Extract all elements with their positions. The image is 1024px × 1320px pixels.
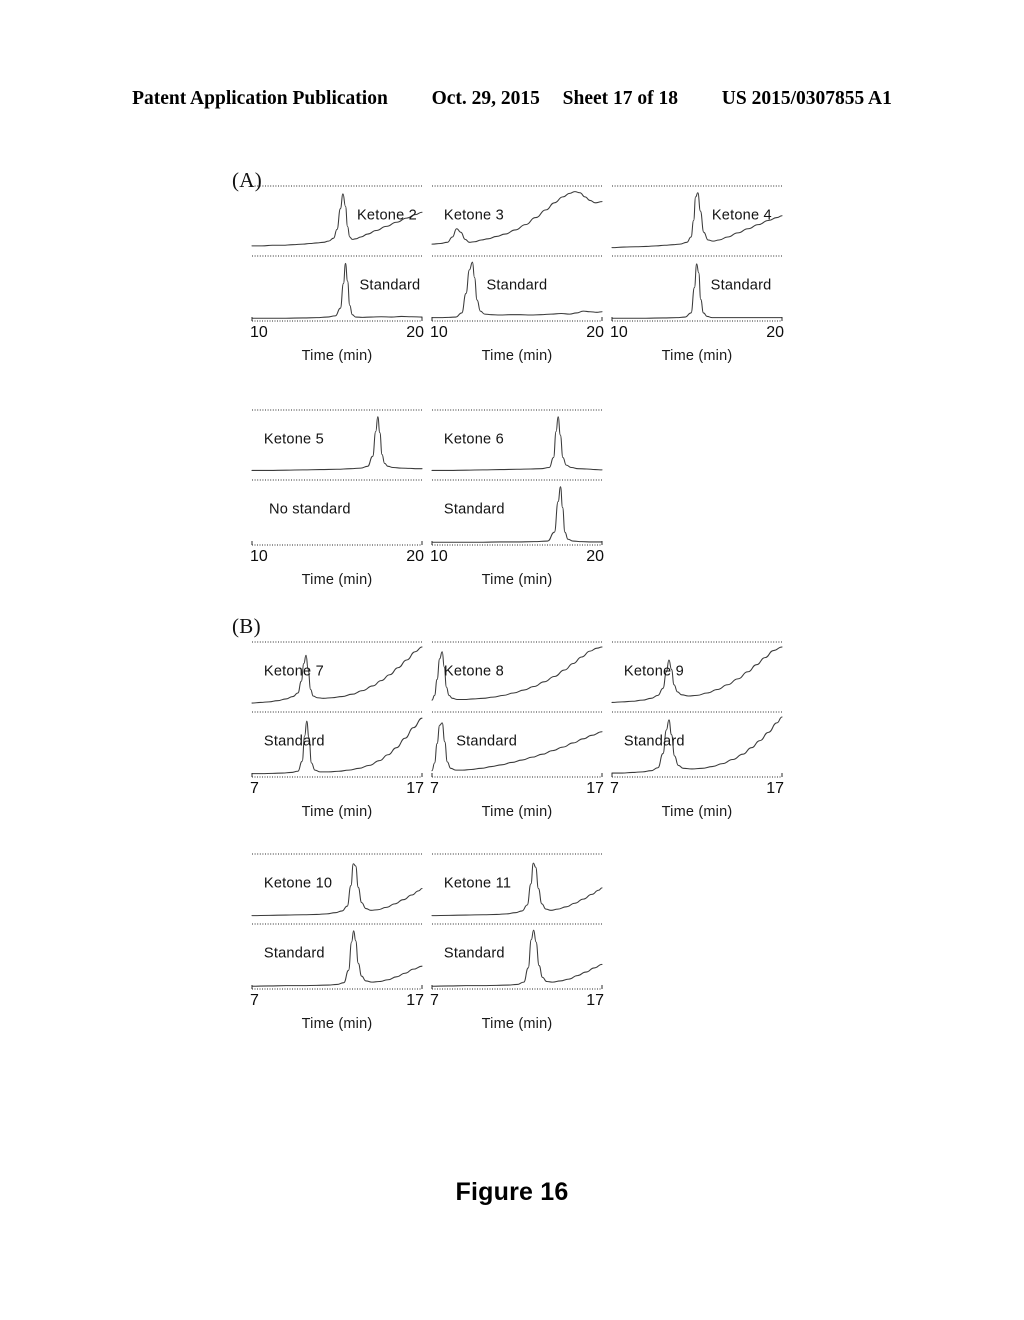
figure-body: (A) Ketone 2 Standard 10 20 Time (min) Ketone… xyxy=(0,160,1024,1032)
trace-ketone-7-sample: Ketone 7 xyxy=(251,641,423,704)
x-axis-tick-label: 10 xyxy=(250,548,268,565)
trace-ketone-3-standard: Standard xyxy=(431,255,603,319)
trace-label: Ketone 6 xyxy=(444,431,504,447)
chromatogram-ketone-6: Ketone 6 Standard 10 20 Time (min) xyxy=(428,406,606,588)
x-axis-title: Time (min) xyxy=(481,572,553,588)
chromatogram-ketone-9: Ketone 9 Standard 7 17 Time (min) xyxy=(608,638,786,820)
trace-ketone-10-standard: Standard xyxy=(251,923,423,987)
publication-date: Oct. 29, 2015 xyxy=(431,88,540,109)
chromatogram-ketone-4: Ketone 4 Standard 10 20 Time (min) xyxy=(608,182,786,364)
trace-label: Ketone 9 xyxy=(624,663,684,679)
patent-page: Patent Application Publication Oct. 29, … xyxy=(0,0,1024,1320)
chromatogram-ketone-7: Ketone 7 Standard 7 17 Time (min) xyxy=(248,638,426,820)
patent-header: Patent Application Publication Oct. 29, … xyxy=(0,88,1024,110)
x-axis-title: Time (min) xyxy=(481,1016,553,1032)
chart-row-b-2: Ketone 10 Standard 7 17 Time (min) Ketone 11 S… xyxy=(248,820,1024,1032)
x-axis-title: Time (min) xyxy=(661,348,733,364)
trace-label: Standard xyxy=(711,277,772,293)
trace-label: Ketone 10 xyxy=(264,875,332,891)
trace-label: No standard xyxy=(269,501,351,517)
trace-label: Standard xyxy=(264,733,325,749)
x-axis-title: Time (min) xyxy=(301,348,373,364)
trace-ketone-10-sample: Ketone 10 xyxy=(251,853,423,917)
trace-label: Ketone 8 xyxy=(444,663,504,679)
trace-label: Standard xyxy=(444,945,505,961)
x-axis-tick-label: 7 xyxy=(250,780,259,797)
x-axis-tick-label: 7 xyxy=(250,992,259,1009)
trace-ketone-2-sample: Ketone 2 xyxy=(251,185,423,247)
trace-ketone-4-sample: Ketone 4 xyxy=(611,185,783,249)
trace-label: Ketone 4 xyxy=(712,207,772,223)
trace-label: Ketone 3 xyxy=(444,207,504,223)
trace-label: Standard xyxy=(360,277,421,293)
trace-label: Standard xyxy=(486,277,547,293)
x-axis-tick-label: 7 xyxy=(430,780,439,797)
chart-row-b-1: Ketone 7 Standard 7 17 Time (min) Ketone 8 Sta… xyxy=(248,612,1024,820)
x-axis-title: Time (min) xyxy=(481,804,553,820)
trace-ketone-11-sample: Ketone 11 xyxy=(431,853,603,917)
chromatogram-ketone-2: Ketone 2 Standard 10 20 Time (min) xyxy=(248,182,426,364)
publication-title: Patent Application Publication xyxy=(132,88,388,109)
chart-row-a-2: Ketone 5 No standard 10 20 Time (min) Ketone … xyxy=(248,364,1024,588)
x-axis-tick-label: 17 xyxy=(586,780,604,797)
trace-ketone-3-sample: Ketone 3 xyxy=(431,185,603,245)
x-axis-title: Time (min) xyxy=(481,348,553,364)
x-axis-tick-label: 20 xyxy=(406,324,424,341)
trace-ketone-8-standard: Standard xyxy=(431,711,603,772)
x-axis-tick-label: 10 xyxy=(430,548,448,565)
trace-label: Standard xyxy=(264,945,325,961)
trace-ketone-2-standard: Standard xyxy=(251,255,423,319)
trace-label: Standard xyxy=(624,733,685,749)
x-axis-tick-label: 20 xyxy=(406,548,424,565)
trace-label: Ketone 11 xyxy=(444,875,511,891)
document-number: US 2015/0307855 A1 xyxy=(721,88,892,109)
trace-label: Standard xyxy=(456,733,517,749)
sheet-number: Sheet 17 of 18 xyxy=(562,88,679,109)
x-axis-tick-label: 10 xyxy=(610,324,628,341)
figure-section-b: (B) Ketone 7 Standard 7 17 Time (min) Ketone … xyxy=(0,612,1024,1032)
x-axis-title: Time (min) xyxy=(301,1016,373,1032)
x-axis-tick-label: 17 xyxy=(406,780,424,797)
trace-ketone-6-standard: Standard xyxy=(431,479,603,543)
x-axis-tick-label: 20 xyxy=(766,324,784,341)
x-axis-tick-label: 10 xyxy=(430,324,448,341)
chromatogram-ketone-11: Ketone 11 Standard 7 17 Time (min) xyxy=(428,850,606,1032)
x-axis-tick-label: 20 xyxy=(586,548,604,565)
figure-caption: Figure 16 xyxy=(455,1178,569,1206)
x-axis-title: Time (min) xyxy=(661,804,733,820)
trace-ketone-6-sample: Ketone 6 xyxy=(431,409,603,471)
section-label-b: (B) xyxy=(232,614,261,638)
trace-ketone-9-sample: Ketone 9 xyxy=(611,641,783,703)
trace-ketone-8-sample: Ketone 8 xyxy=(431,641,603,701)
x-axis-tick-label: 10 xyxy=(250,324,268,341)
trace-ketone-9-standard: Standard xyxy=(611,711,783,774)
figure-section-a: (A) Ketone 2 Standard 10 20 Time (min) Ketone… xyxy=(0,160,1024,588)
x-axis-tick-label: 20 xyxy=(586,324,604,341)
trace-label: Ketone 2 xyxy=(357,207,417,223)
chromatogram-ketone-8: Ketone 8 Standard 7 17 Time (min) xyxy=(428,638,606,820)
x-axis-title: Time (min) xyxy=(301,572,373,588)
trace-ketone-4-standard: Standard xyxy=(611,255,783,319)
chromatogram-ketone-10: Ketone 10 Standard 7 17 Time (min) xyxy=(248,850,426,1032)
x-axis-tick-label: 7 xyxy=(610,780,619,797)
trace-label: Standard xyxy=(444,501,505,517)
chromatogram-ketone-5: Ketone 5 No standard 10 20 Time (min) xyxy=(248,406,426,588)
trace-label: Ketone 5 xyxy=(264,431,324,447)
x-axis-tick-label: 17 xyxy=(406,992,424,1009)
trace-ketone-5-sample: Ketone 5 xyxy=(251,409,423,471)
trace-label: Ketone 7 xyxy=(264,663,324,679)
x-axis-tick-label: 7 xyxy=(430,992,439,1009)
chart-row-a-1: Ketone 2 Standard 10 20 Time (min) Ketone 3 St… xyxy=(248,160,1024,364)
trace-ketone-7-standard: Standard xyxy=(251,711,423,775)
x-axis-tick-label: 17 xyxy=(766,780,784,797)
trace-ketone-11-standard: Standard xyxy=(431,923,603,987)
x-axis-title: Time (min) xyxy=(301,804,373,820)
chromatogram-ketone-3: Ketone 3 Standard 10 20 Time (min) xyxy=(428,182,606,364)
x-axis-tick-label: 17 xyxy=(586,992,604,1009)
trace-ketone-5-standard: No standard xyxy=(252,479,422,517)
